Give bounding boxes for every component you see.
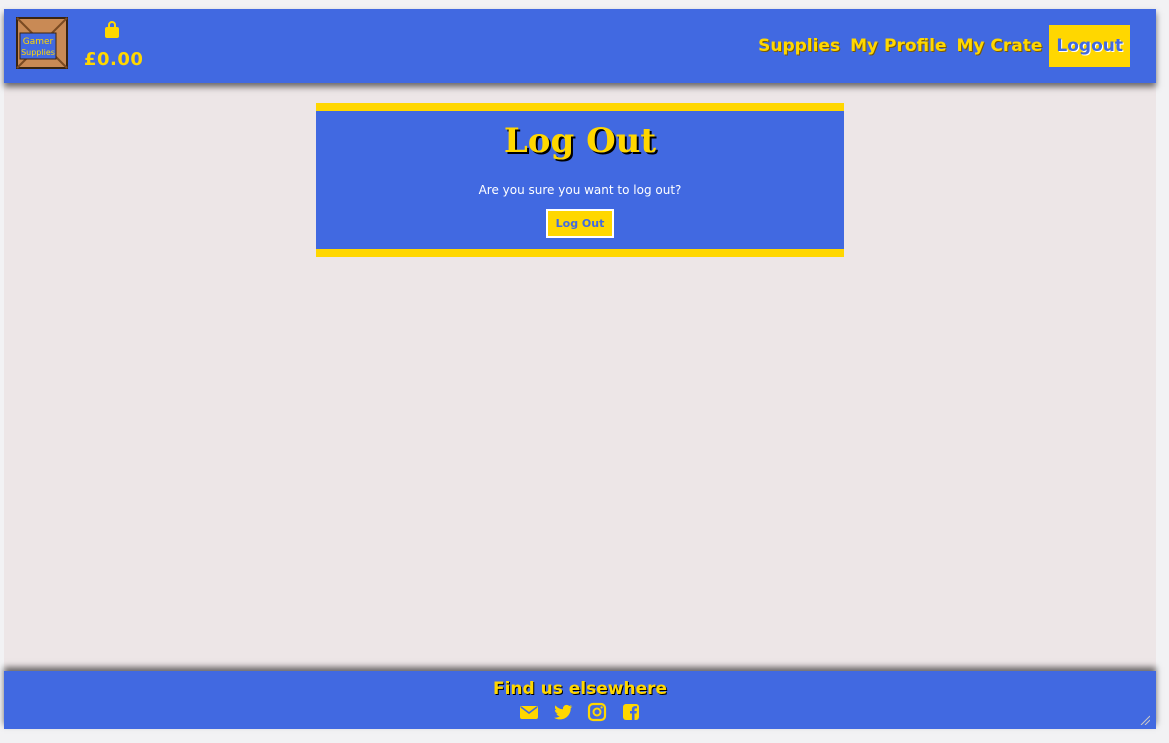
nav-my-crate[interactable]: My Crate [952,26,1048,66]
nav-logout[interactable]: Logout [1049,25,1130,67]
twitter-icon[interactable] [553,702,573,722]
page-title: Log Out [503,121,657,161]
cart-total[interactable]: £0.00 [84,49,143,70]
instagram-icon[interactable] [587,702,607,722]
main-nav: Supplies My Profile My Crate Logout [753,25,1130,67]
nav-supplies[interactable]: Supplies [753,26,845,66]
logout-button[interactable]: Log Out [545,209,615,238]
logo-text-line1: Gamer [23,37,54,47]
page-frame: Gamer Supplies £0.00 Supplies My Profile… [4,9,1156,729]
shopping-bag-icon[interactable] [104,21,120,39]
logout-confirm-message: Are you sure you want to log out? [478,183,682,197]
facebook-icon[interactable] [621,702,641,722]
site-footer: Find us elsewhere [4,671,1156,729]
envelope-icon[interactable] [519,702,539,722]
resize-handle-icon[interactable] [1140,715,1150,725]
nav-my-profile[interactable]: My Profile [845,26,951,66]
site-header: Gamer Supplies £0.00 Supplies My Profile… [4,9,1156,83]
logo-text-line2: Supplies [21,48,55,57]
footer-title: Find us elsewhere [492,679,668,699]
gamer-supplies-logo[interactable]: Gamer Supplies [14,15,70,71]
logout-card: Log Out Are you sure you want to log out… [316,103,844,257]
social-links [4,702,1156,722]
